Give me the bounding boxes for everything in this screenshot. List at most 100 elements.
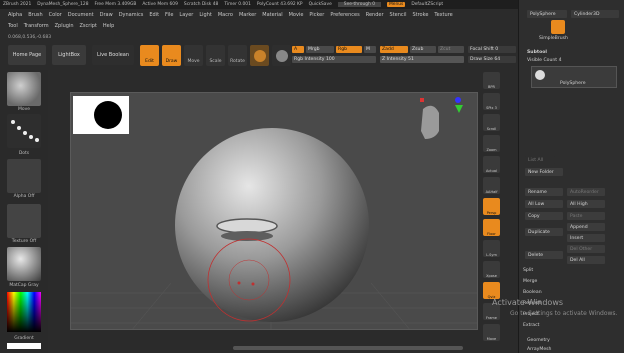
- home-page-button[interactable]: Home Page: [8, 45, 46, 65]
- menu-item[interactable]: Edit: [149, 12, 159, 22]
- draw-size-slider[interactable]: Draw Size 64: [468, 56, 516, 63]
- menu-item[interactable]: Transform: [24, 23, 49, 33]
- view-tool-button[interactable]: Xpose: [483, 261, 500, 278]
- material-sphere-icon[interactable]: [250, 45, 269, 66]
- color-swatch-icon[interactable]: [272, 45, 291, 66]
- draw-button[interactable]: Draw: [162, 45, 181, 66]
- rgb-button[interactable]: Rgb: [336, 46, 362, 53]
- view-tool-button[interactable]: AAHalf: [483, 177, 500, 194]
- menu-item[interactable]: Movie: [289, 12, 304, 22]
- menu-item[interactable]: File: [165, 12, 173, 22]
- main-color-swatch[interactable]: [7, 343, 41, 349]
- canvas-viewport[interactable]: [70, 92, 478, 330]
- menu-item[interactable]: Stroke: [412, 12, 428, 22]
- menu-item[interactable]: Render: [366, 12, 384, 22]
- menu-item[interactable]: Alpha: [8, 12, 22, 22]
- zadd-button[interactable]: Zadd: [380, 46, 408, 53]
- mrgb-button[interactable]: Mrgb: [306, 46, 334, 53]
- matcap-thumbnail[interactable]: [7, 247, 41, 281]
- split-menu[interactable]: Split: [523, 268, 533, 273]
- rotate-button[interactable]: Rotate: [228, 45, 247, 66]
- menu-item[interactable]: Color: [49, 12, 62, 22]
- menu-item[interactable]: Zscript: [79, 23, 96, 33]
- a-button[interactable]: A: [292, 46, 304, 53]
- view-tool-button[interactable]: SPix 3: [483, 93, 500, 110]
- view-tool-button[interactable]: Zoom: [483, 135, 500, 152]
- rename-button[interactable]: Rename: [525, 188, 563, 196]
- menus-toggle[interactable]: Menus: [387, 2, 406, 7]
- append-button[interactable]: Append: [567, 223, 605, 231]
- menu-item[interactable]: Draw: [100, 12, 113, 22]
- view-tool-button[interactable]: L.Sym: [483, 240, 500, 257]
- extract-menu[interactable]: Extract: [523, 323, 539, 328]
- quicksave-button[interactable]: QuickSave: [309, 2, 332, 7]
- focal-shift-slider[interactable]: Focal Shift 0: [468, 46, 516, 53]
- new-folder-button[interactable]: New Folder: [525, 168, 563, 176]
- see-through-slider[interactable]: See-through 0: [337, 2, 381, 7]
- head-navigator-icon[interactable]: [420, 97, 463, 139]
- del-all-button[interactable]: Del All: [567, 256, 605, 264]
- view-tool-button[interactable]: Move: [483, 324, 500, 341]
- alpha-thumbnail[interactable]: [7, 159, 41, 193]
- menu-item[interactable]: Help: [103, 23, 114, 33]
- view-tool-button[interactable]: Scroll: [483, 114, 500, 131]
- menu-item[interactable]: Stencil: [390, 12, 407, 22]
- del-other-button[interactable]: Del Other: [567, 245, 605, 253]
- cylinder-tool[interactable]: Cylinder3D: [571, 10, 619, 18]
- menu-item[interactable]: Picker: [309, 12, 324, 22]
- view-tool-button[interactable]: BPR: [483, 72, 500, 89]
- texture-thumbnail[interactable]: [7, 204, 41, 238]
- list-all-button[interactable]: List All: [525, 156, 555, 164]
- delete-button[interactable]: Delete: [525, 251, 563, 259]
- sculpt-canvas[interactable]: [71, 93, 478, 330]
- view-tool-button[interactable]: Floor: [483, 219, 500, 236]
- menu-item[interactable]: Preferences: [330, 12, 359, 22]
- menu-item[interactable]: Dynamics: [119, 12, 144, 22]
- all-high-button[interactable]: All High: [567, 200, 605, 208]
- boolean-menu[interactable]: Boolean: [523, 290, 542, 295]
- polycount: PolyCount 43.692 KP: [256, 2, 303, 7]
- arraymesh-menu[interactable]: ArrayMesh: [527, 347, 551, 352]
- menu-item[interactable]: Document: [68, 12, 94, 22]
- view-tool-button[interactable]: Persp: [483, 198, 500, 215]
- view-tool-button[interactable]: Qviz: [483, 282, 500, 299]
- brush-thumbnail[interactable]: [7, 72, 41, 106]
- all-low-button[interactable]: All Low: [525, 200, 563, 208]
- menu-item[interactable]: Macro: [218, 12, 233, 22]
- menu-item[interactable]: Zplugin: [55, 23, 74, 33]
- menu-item[interactable]: Texture: [434, 12, 452, 22]
- move-button[interactable]: Move: [184, 45, 203, 66]
- rgb-intensity-slider[interactable]: Rgb Intensity 100: [292, 56, 376, 63]
- paste-button[interactable]: Paste: [567, 212, 605, 220]
- stroke-dots-icon[interactable]: [7, 114, 41, 148]
- geometry-menu[interactable]: Geometry: [527, 338, 550, 343]
- copy-button[interactable]: Copy: [525, 212, 563, 220]
- autoreorder-button[interactable]: AutoReorder: [567, 188, 605, 196]
- insert-button[interactable]: Insert: [567, 234, 605, 242]
- subtool-header[interactable]: Subtool: [527, 50, 547, 55]
- live-boolean-button[interactable]: Live Boolean: [92, 45, 134, 65]
- color-picker[interactable]: [7, 292, 41, 332]
- simplebrush-icon[interactable]: [551, 20, 565, 34]
- polysphere-tool[interactable]: PolySphere: [527, 10, 567, 18]
- zsub-button[interactable]: Zsub: [410, 46, 436, 53]
- m-button[interactable]: M: [364, 46, 376, 53]
- menu-item[interactable]: Light: [199, 12, 211, 22]
- edit-button[interactable]: Edit: [140, 45, 159, 66]
- menu-item[interactable]: Material: [262, 12, 282, 22]
- zcut-button[interactable]: Zcut: [438, 46, 464, 53]
- menu-item[interactable]: Tool: [8, 23, 18, 33]
- menu-item[interactable]: Marker: [239, 12, 256, 22]
- bottom-scrollbar[interactable]: [233, 346, 463, 350]
- lightbox-button[interactable]: LightBox: [52, 45, 86, 65]
- z-intensity-slider[interactable]: Z Intensity 51: [380, 56, 464, 63]
- scale-button[interactable]: Scale: [206, 45, 225, 66]
- view-tool-button[interactable]: Actual: [483, 156, 500, 173]
- menu-item[interactable]: Brush: [28, 12, 42, 22]
- menu-item[interactable]: Layer: [179, 12, 193, 22]
- activate-windows-subtitle: Go to Settings to activate Windows.: [510, 310, 618, 317]
- merge-menu[interactable]: Merge: [523, 279, 537, 284]
- default-zscript[interactable]: DefaultZScript: [411, 2, 443, 7]
- duplicate-button[interactable]: Duplicate: [525, 228, 563, 236]
- subtool-item[interactable]: PolySphere: [531, 66, 617, 88]
